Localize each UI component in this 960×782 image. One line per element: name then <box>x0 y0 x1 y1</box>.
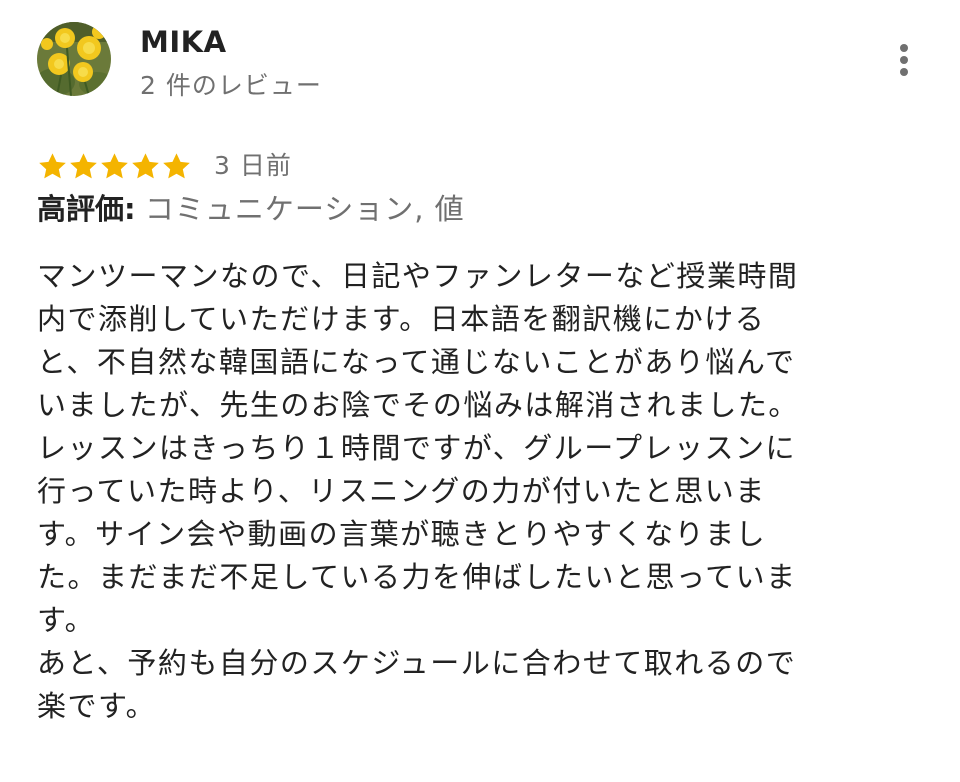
review-text-line: マンツーマンなので、日記やファンレターなど授業時間 <box>37 259 799 293</box>
author-review-count[interactable]: 2 件のレビュー <box>140 70 322 102</box>
more-options-button[interactable] <box>888 40 920 80</box>
review-text-line: レッスンはきっちり１時間ですが、グループレッスンに <box>37 431 797 465</box>
author-name[interactable]: MIKA <box>140 24 227 60</box>
review-text: マンツーマンなので、日記やファンレターなど授業時間 内で添削していただけます。日… <box>37 255 857 728</box>
review-text-line: た。まだまだ不足している力を伸ばしたいと思っていま <box>37 560 797 594</box>
review-date: 3 日前 <box>214 151 292 180</box>
dandelion-photo-avatar <box>37 22 111 96</box>
star-icon <box>132 152 159 178</box>
review-text-line: 内で添削していただけます。日本語を翻訳機にかける <box>37 302 766 336</box>
review-text-line: す。 <box>37 603 96 637</box>
more-vert-icon <box>900 44 908 76</box>
avatar[interactable] <box>37 22 111 96</box>
review-text-line: す。サイン会や動画の言葉が聴きとりやすくなりまし <box>37 517 767 551</box>
review-highlights: 高評価: コミュニケーション, 値 <box>37 190 465 228</box>
review-text-line: いましたが、先生のお陰でその悩みは解消されました。 <box>37 388 799 422</box>
review-text-line: 行っていた時より、リスニングの力が付いたと思いま <box>37 474 766 508</box>
review-text-line: 楽です。 <box>37 689 157 723</box>
review-text-line: あと、予約も自分のスケジュールに合わせて取れるので <box>37 646 797 680</box>
review-card: MIKA 2 件のレビュー 3 日前 高評価: コミュニケーション, 値 マンツ… <box>0 0 960 782</box>
star-icon <box>101 152 128 178</box>
rating-row: 3 日前 <box>37 148 292 184</box>
highlights-values: コミュニケーション, 値 <box>144 192 465 226</box>
highlights-label: 高評価: <box>37 192 136 226</box>
star-rating <box>37 151 192 182</box>
star-icon <box>39 152 66 178</box>
star-icon <box>163 152 190 178</box>
review-text-line: と、不自然な韓国語になって通じないことがあり悩んで <box>37 345 796 379</box>
star-icon <box>70 152 97 178</box>
